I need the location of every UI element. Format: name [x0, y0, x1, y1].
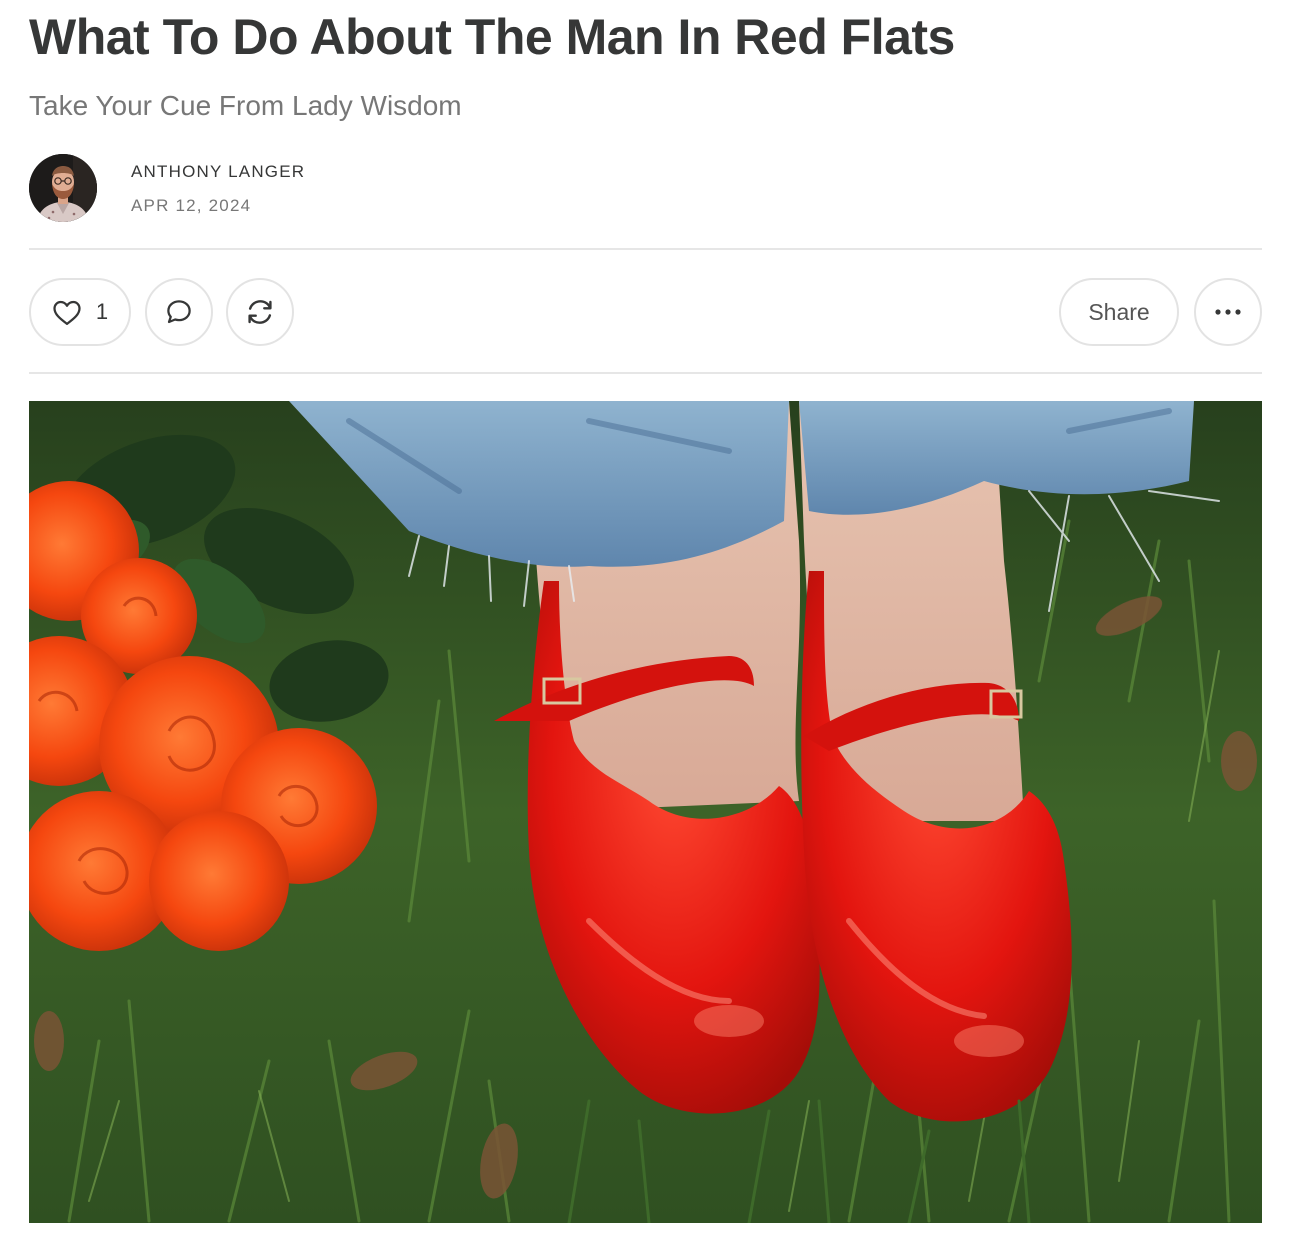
restack-icon — [244, 296, 276, 328]
post-actions: 1 Share — [29, 278, 1262, 346]
share-button[interactable]: Share — [1059, 278, 1179, 346]
ellipsis-icon — [1214, 308, 1242, 316]
hero-image[interactable] — [29, 401, 1262, 1223]
comment-icon — [164, 297, 194, 327]
post-title: What To Do About The Man In Red Flats — [29, 9, 955, 65]
byline: ANTHONY LANGER APR 12, 2024 — [29, 154, 629, 222]
divider-top — [29, 248, 1262, 250]
author-name[interactable]: ANTHONY LANGER — [131, 162, 305, 182]
like-count: 1 — [95, 299, 109, 324]
author-avatar[interactable] — [29, 154, 97, 222]
restack-button[interactable] — [226, 278, 294, 346]
divider-bottom — [29, 372, 1262, 374]
post-date: APR 12, 2024 — [131, 196, 252, 215]
heart-icon — [52, 298, 82, 326]
post-subtitle: Take Your Cue From Lady Wisdom — [29, 90, 462, 121]
share-label: Share — [1088, 298, 1150, 325]
more-options-button[interactable] — [1194, 278, 1262, 346]
like-button[interactable]: 1 — [29, 278, 131, 346]
comment-button[interactable] — [145, 278, 213, 346]
